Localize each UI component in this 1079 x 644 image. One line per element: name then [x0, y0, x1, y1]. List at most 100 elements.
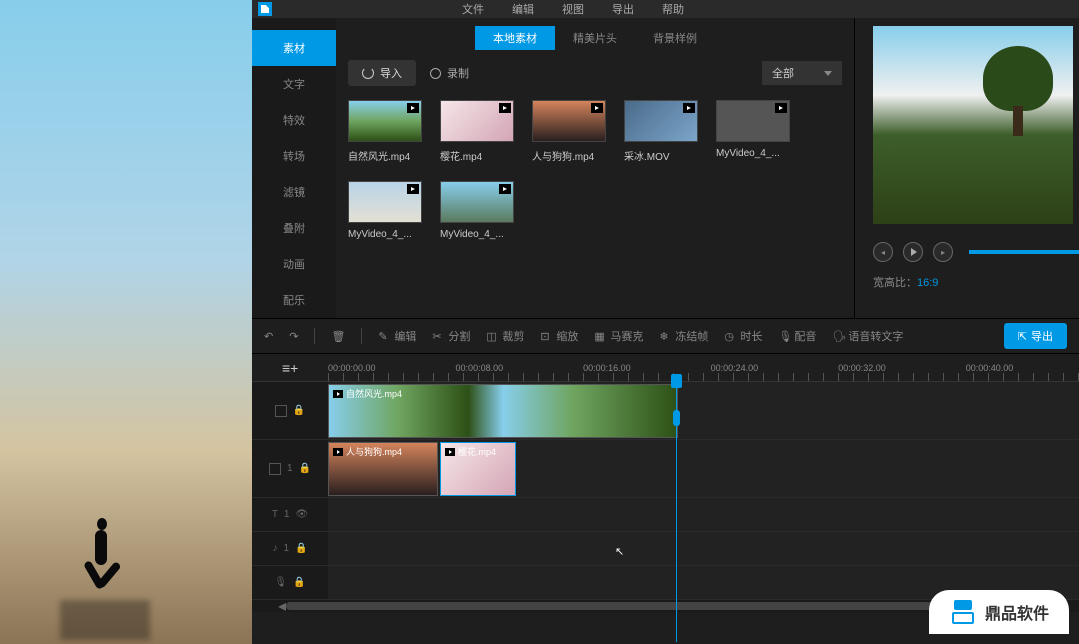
media-item[interactable]: MyVideo_4_...: [716, 100, 790, 163]
timeline: ≡+ 00:00:00.00 00:00:08.00 00:00:16.00 0…: [252, 354, 1079, 612]
media-thumbnail: [624, 100, 698, 142]
media-filename: MyVideo_4_...: [716, 148, 790, 159]
export-button[interactable]: ⇱导出: [1004, 323, 1067, 349]
record-label: 录制: [447, 65, 469, 81]
record-icon: [430, 68, 441, 79]
play-badge-icon: [499, 103, 511, 113]
track-head-pip[interactable]: 1🔒: [252, 440, 328, 497]
timestamp: 00:00:32.00: [838, 363, 886, 373]
tab-animation[interactable]: 动画: [252, 246, 336, 282]
redo-button[interactable]: ↷: [289, 330, 298, 343]
clip-play-icon: [333, 390, 343, 398]
media-panel: 本地素材 精美片头 背景样例 导入 录制 全部 自然风光.mp4樱花.mp4人与: [336, 18, 854, 318]
media-item[interactable]: MyVideo_4_...: [348, 181, 422, 240]
menu-file[interactable]: 文件: [462, 1, 484, 17]
freeze-button[interactable]: ❄冻结帧: [659, 328, 708, 344]
timestamp: 00:00:24.00: [711, 363, 759, 373]
media-thumbnail: [348, 100, 422, 142]
menu-export[interactable]: 导出: [612, 1, 634, 17]
split-button[interactable]: ✂分割: [432, 328, 470, 344]
next-frame-button[interactable]: ▸: [933, 242, 953, 262]
clip-main[interactable]: 自然风光.mp4: [328, 384, 678, 438]
clip-play-icon: [333, 448, 343, 456]
menubar: 文件 编辑 视图 导出 帮助: [252, 0, 1079, 18]
subtab-bg[interactable]: 背景样例: [635, 26, 715, 50]
play-button[interactable]: [903, 242, 923, 262]
dub-button[interactable]: 🎙配音: [778, 328, 816, 344]
video-track: 🔒 自然风光.mp4: [252, 382, 1079, 440]
clip-pip2[interactable]: 樱花.mp4: [440, 442, 516, 496]
preview-panel: ◂ ▸ 宽高比：16:9: [854, 18, 1079, 318]
app-icon: [258, 2, 272, 16]
media-item[interactable]: 人与狗狗.mp4: [532, 100, 606, 163]
play-badge-icon: [499, 184, 511, 194]
pip-track-icon: [269, 463, 281, 475]
tab-effects[interactable]: 特效: [252, 102, 336, 138]
media-filename: MyVideo_4_...: [348, 229, 422, 240]
media-item[interactable]: 樱花.mp4: [440, 100, 514, 163]
next-icon: ▸: [941, 248, 945, 257]
media-thumbnail: [440, 100, 514, 142]
import-label: 导入: [380, 65, 402, 81]
prev-frame-button[interactable]: ◂: [873, 242, 893, 262]
play-badge-icon: [683, 103, 695, 113]
media-thumbnail: [532, 100, 606, 142]
watermark-icon: [949, 598, 977, 626]
track-head-text[interactable]: T1👁: [252, 498, 328, 531]
play-icon: [911, 248, 917, 256]
desktop-background: [0, 0, 252, 644]
play-badge-icon: [407, 184, 419, 194]
media-filename: 自然风光.mp4: [348, 148, 422, 163]
preview-progress[interactable]: [969, 250, 1079, 254]
timeline-toolbar: ↶ ↷ 🗑 ✎编辑 ✂分割 ◫裁剪 ⊡缩放 ▦马赛克 ❄冻结帧 ◷时长 🎙配音 …: [252, 318, 1079, 354]
tab-text[interactable]: 文字: [252, 66, 336, 102]
media-item[interactable]: MyVideo_4_...: [440, 181, 514, 240]
menu-help[interactable]: 帮助: [662, 1, 684, 17]
clip-name: 樱花.mp4: [458, 445, 496, 458]
media-grid: 自然风光.mp4 樱花.mp4 人与狗狗.mp4 采冰.MOV MyVideo_4_..…: [336, 100, 854, 240]
media-filename: 人与狗狗.mp4: [532, 148, 606, 163]
track-head-audio[interactable]: ♪1🔒: [252, 532, 328, 565]
time-ruler[interactable]: ≡+ 00:00:00.00 00:00:08.00 00:00:16.00 0…: [252, 354, 1079, 382]
media-item[interactable]: 采冰.MOV: [624, 100, 698, 163]
track-head-voice[interactable]: 🎙🔒: [252, 566, 328, 599]
tab-filter[interactable]: 滤镜: [252, 174, 336, 210]
undo-button[interactable]: ↶: [264, 330, 273, 343]
duration-button[interactable]: ◷时长: [724, 328, 762, 344]
add-track-button[interactable]: ≡+: [282, 360, 298, 376]
clip-pip1[interactable]: 人与狗狗.mp4: [328, 442, 438, 496]
filter-dropdown[interactable]: 全部: [762, 61, 842, 85]
preview-video[interactable]: [873, 26, 1073, 224]
edit-button[interactable]: ✎编辑: [378, 328, 416, 344]
video-editor-window: 文件 编辑 视图 导出 帮助 迅捷视频剪辑软件 (会员专版) 素材 文字 特效 …: [252, 0, 1079, 644]
prev-icon: ◂: [881, 248, 885, 257]
media-filename: 樱花.mp4: [440, 148, 514, 163]
menu-edit[interactable]: 编辑: [512, 1, 534, 17]
import-button[interactable]: 导入: [348, 60, 416, 86]
crop-button[interactable]: ◫裁剪: [486, 328, 524, 344]
media-item[interactable]: 自然风光.mp4: [348, 100, 422, 163]
timestamp: 00:00:16.00: [583, 363, 631, 373]
clip-name: 人与狗狗.mp4: [346, 445, 402, 458]
subtab-local[interactable]: 本地素材: [475, 26, 555, 50]
zoom-button[interactable]: ⊡缩放: [540, 328, 578, 344]
tab-music[interactable]: 配乐: [252, 282, 336, 318]
playhead[interactable]: [676, 382, 677, 642]
watermark-badge: 鼎品软件: [929, 590, 1069, 634]
media-filename: MyVideo_4_...: [440, 229, 514, 240]
play-badge-icon: [591, 103, 603, 113]
aspect-ratio-info: 宽高比：16:9: [873, 274, 1079, 290]
tab-media[interactable]: 素材: [252, 30, 336, 66]
clip-play-icon: [445, 448, 455, 456]
tab-transition[interactable]: 转场: [252, 138, 336, 174]
subtab-titles[interactable]: 精美片头: [555, 26, 635, 50]
menu-view[interactable]: 视图: [562, 1, 584, 17]
tab-overlay[interactable]: 叠附: [252, 210, 336, 246]
delete-button[interactable]: 🗑: [331, 330, 345, 343]
record-button[interactable]: 录制: [430, 65, 469, 81]
track-head-video[interactable]: 🔒: [252, 382, 328, 439]
stt-button[interactable]: 🗣语音转文字: [832, 328, 903, 344]
refresh-icon: [362, 67, 374, 79]
mosaic-button[interactable]: ▦马赛克: [594, 328, 643, 344]
media-thumbnail: [440, 181, 514, 223]
